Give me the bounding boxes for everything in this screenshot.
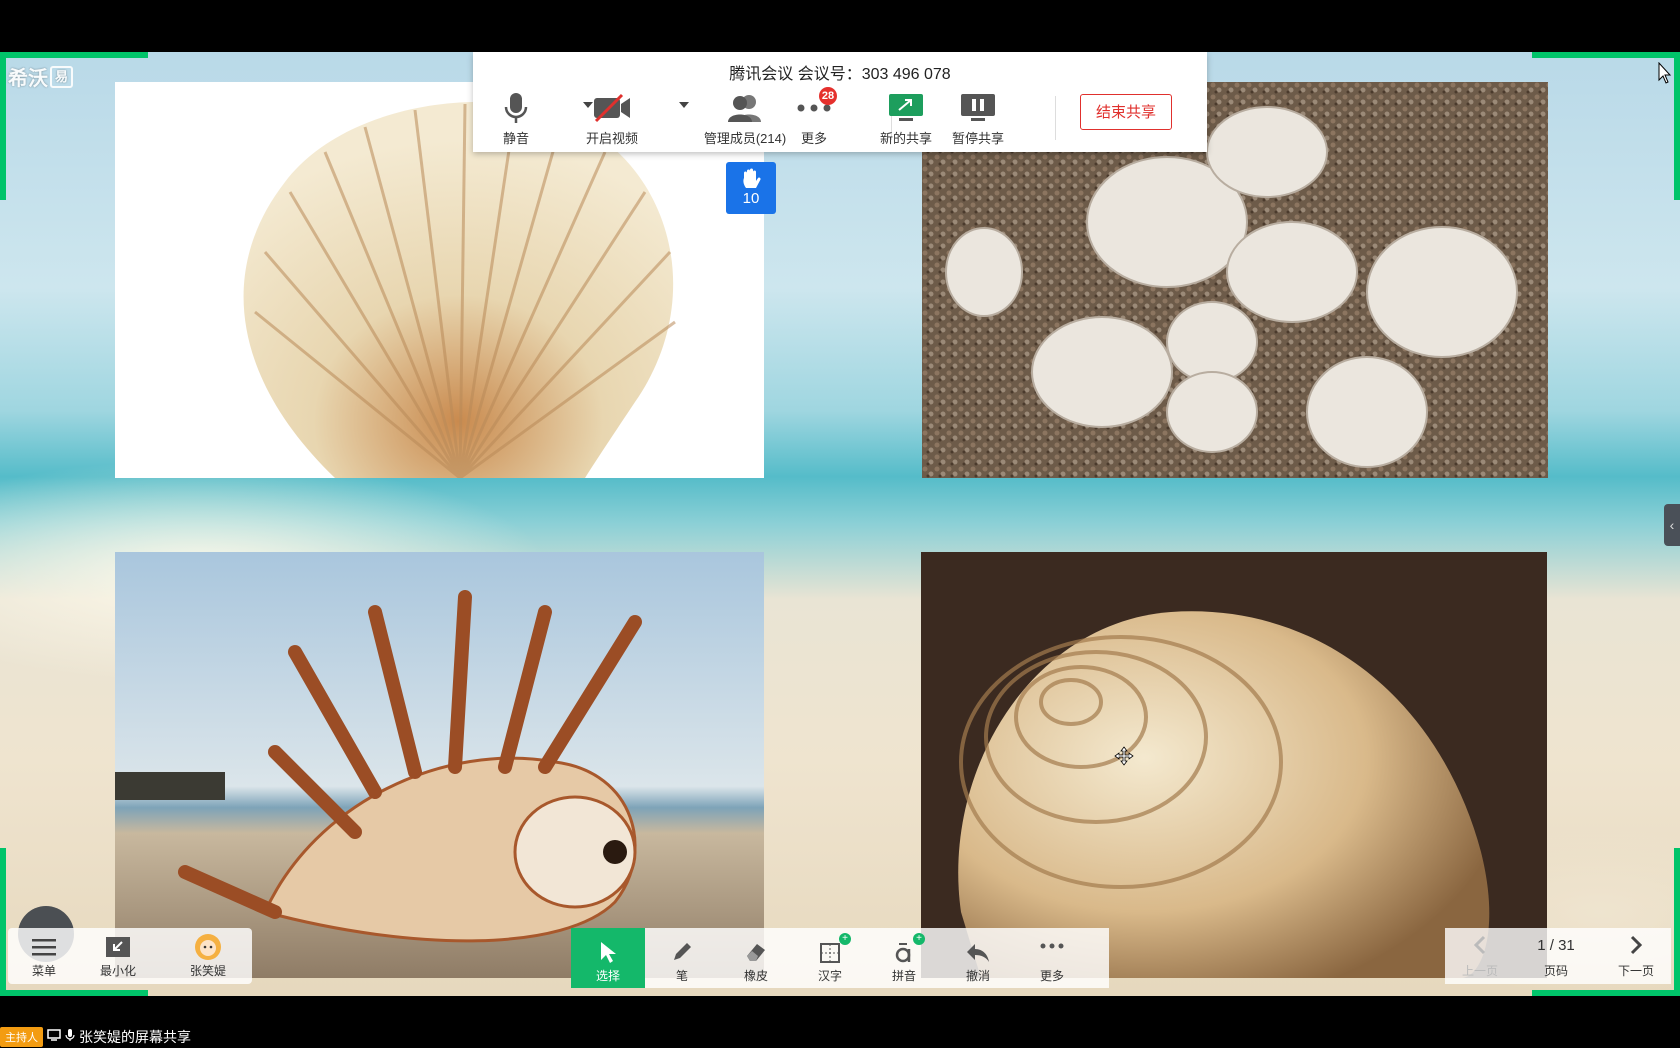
eraser-tool[interactable]: 橡皮 [719, 928, 793, 988]
pinyin-label: 拼音 [891, 969, 916, 983]
share-border-corner [1674, 52, 1680, 200]
hanzi-label: 汉字 [817, 969, 842, 983]
undo-icon [941, 928, 1015, 964]
user-profile-button[interactable]: 张笑媞 [178, 932, 238, 979]
cursor-arrow-icon [571, 928, 645, 964]
chevron-left-icon [1445, 928, 1515, 962]
screen-share-icon [47, 1028, 61, 1046]
spiral-shell-image [921, 552, 1547, 978]
more-dots-icon [1015, 928, 1089, 964]
add-badge-icon: + [913, 933, 925, 945]
status-bar: 主持人 张笑媞的屏幕共享 [0, 1026, 191, 1048]
share-border-corner [0, 52, 148, 58]
side-panel-toggle[interactable]: ‹ [1664, 504, 1680, 546]
share-border-corner [1532, 52, 1680, 58]
add-badge-icon: + [839, 933, 851, 945]
prev-page-button[interactable]: 上一页 [1445, 928, 1515, 984]
pause-share-icon [943, 90, 1013, 126]
hanzi-grid-icon [793, 928, 867, 964]
page-number-button[interactable]: 1 / 31 页码 [1521, 928, 1591, 984]
logo-box: 易 [50, 65, 74, 88]
mouse-cursor-icon [1658, 61, 1672, 89]
select-label: 选择 [595, 969, 620, 983]
eraser-label: 橡皮 [743, 969, 768, 983]
pen-label: 笔 [675, 969, 688, 983]
annotation-toolbar: 选择 笔 橡皮 + 汉字 + 拼音 撤消 更多 [571, 928, 1109, 988]
microphone-icon [481, 90, 551, 126]
more-button[interactable]: 28 更多 [779, 87, 849, 147]
end-share-button[interactable]: 结束共享 [1080, 94, 1172, 130]
host-tag: 主持人 [0, 1027, 43, 1047]
seewo-logo: 希沃 易 [8, 62, 74, 91]
mute-button[interactable]: 静音 [481, 90, 551, 147]
select-tool[interactable]: 选择 [571, 928, 645, 988]
user-name-label: 张笑媞 [189, 964, 226, 978]
next-page-button[interactable]: 下一页 [1601, 928, 1671, 984]
prev-page-label: 上一页 [1461, 964, 1498, 978]
menu-label: 菜单 [31, 964, 56, 978]
page-navigator: 上一页 1 / 31 页码 下一页 [1445, 928, 1671, 984]
more-tools-label: 更多 [1039, 969, 1064, 983]
more-badge: 28 [819, 87, 837, 105]
menu-icon [14, 932, 74, 962]
share-border-corner [0, 848, 6, 996]
raised-hand-icon [726, 162, 776, 190]
pinyin-icon [867, 928, 941, 964]
new-share-icon [871, 90, 941, 126]
user-avatar-icon [178, 932, 238, 962]
share-border-corner [1532, 990, 1680, 996]
undo-label: 撤消 [965, 969, 990, 983]
hanzi-tool[interactable]: + 汉字 [793, 928, 867, 988]
next-page-label: 下一页 [1617, 964, 1654, 978]
undo-tool[interactable]: 撤消 [941, 928, 1015, 988]
meeting-toolbar: 腾讯会议 会议号：303 496 078 静音 开启视频 管理成员(214) 2… [473, 52, 1207, 152]
more-tools-button[interactable]: 更多 [1015, 928, 1089, 988]
new-share-label: 新的共享 [879, 131, 932, 146]
more-dots-icon [779, 90, 849, 126]
video-label: 开启视频 [585, 131, 638, 146]
page-indicator: 1 / 31 [1537, 936, 1575, 954]
sharing-status-text: 张笑媞的屏幕共享 [79, 1029, 191, 1045]
video-dropdown-icon[interactable] [679, 102, 689, 108]
pen-icon [645, 928, 719, 964]
pinyin-tool[interactable]: + 拼音 [867, 928, 941, 988]
toolbar-divider [1055, 96, 1056, 140]
video-button[interactable]: 开启视频 [577, 90, 647, 147]
eraser-icon [719, 928, 793, 964]
new-share-button[interactable]: 新的共享 [871, 90, 941, 147]
video-off-icon [577, 90, 647, 126]
share-border-corner [0, 990, 148, 996]
share-border-corner [1674, 848, 1680, 996]
move-cursor-icon [1114, 746, 1134, 771]
bottom-left-panel: 菜单 最小化 张笑媞 [8, 928, 252, 984]
mic-status-icon [65, 1028, 75, 1047]
minimize-icon [88, 932, 148, 962]
page-number-label: 页码 [1543, 964, 1568, 978]
minimize-button[interactable]: 最小化 [88, 932, 148, 979]
logo-text: 希沃 [8, 68, 48, 90]
mute-label: 静音 [502, 131, 529, 146]
pause-share-label: 暂停共享 [951, 131, 1004, 146]
raised-hands-count: 10 [742, 190, 760, 207]
meeting-title: 腾讯会议 会议号：303 496 078 [729, 66, 951, 83]
pen-tool[interactable]: 笔 [645, 928, 719, 988]
pause-share-button[interactable]: 暂停共享 [943, 90, 1013, 147]
minimize-label: 最小化 [99, 964, 136, 978]
more-label: 更多 [800, 131, 827, 146]
spider-conch-image [115, 552, 764, 978]
menu-button[interactable]: 菜单 [14, 932, 74, 979]
share-border-corner [0, 52, 6, 200]
raised-hands-badge[interactable]: 10 [726, 162, 776, 214]
chevron-right-icon [1601, 928, 1671, 962]
